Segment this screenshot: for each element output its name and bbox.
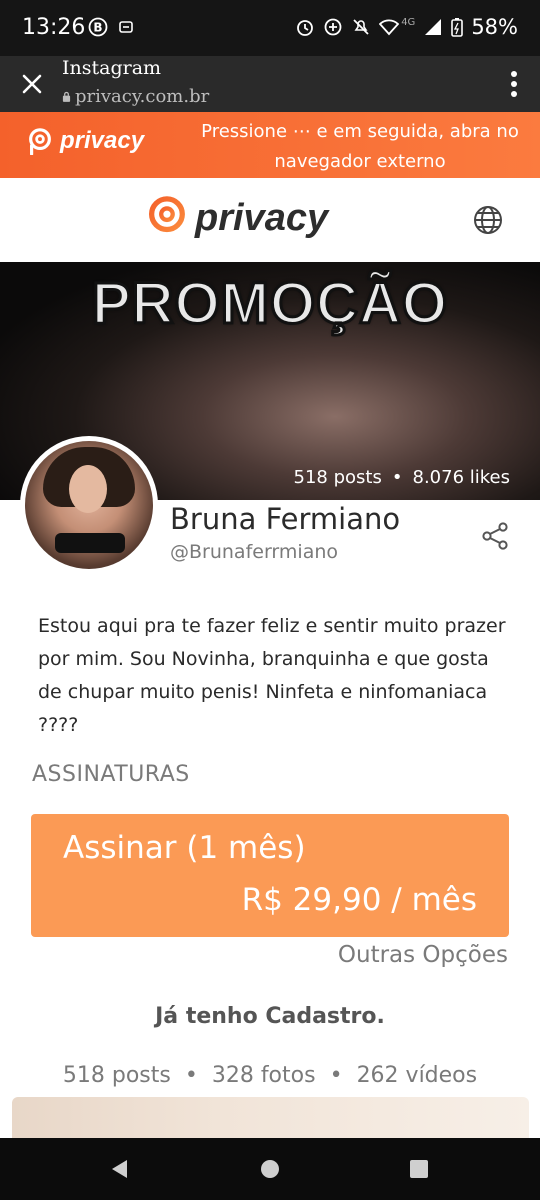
profile-avatar[interactable]: [20, 436, 158, 574]
system-nav-bar: [0, 1138, 540, 1200]
svg-text:B: B: [93, 21, 102, 35]
lock-icon: [62, 91, 71, 102]
profile-handle: @Brunaferrmiano: [170, 541, 339, 563]
subscribe-plan-price: R$ 29,90 / mês: [241, 882, 477, 918]
mute-icon: [353, 19, 369, 35]
profile-bio: Estou aqui pra te fazer feliz e sentir m…: [38, 615, 506, 736]
site-header: privacy: [0, 178, 540, 262]
privacy-logo-icon: [29, 128, 51, 155]
status-time: 13:26: [22, 15, 86, 40]
browser-url-text: privacy.com.br: [75, 86, 210, 107]
other-options-link[interactable]: Outras Opções: [338, 942, 508, 968]
posts-count[interactable]: 518 posts: [63, 1063, 171, 1088]
cover-stats: 518 posts • 8.076 likes: [294, 467, 510, 488]
privacy-logo-icon: [148, 196, 185, 241]
home-icon[interactable]: [258, 1157, 282, 1181]
status-bar: 13:26 B 4G 58%: [0, 0, 540, 56]
globe-icon[interactable]: [472, 204, 504, 236]
post-preview-image[interactable]: [12, 1097, 529, 1139]
network-label: 4G: [401, 16, 416, 28]
site-logo[interactable]: privacy: [143, 195, 328, 241]
browser-url[interactable]: privacy.com.br: [62, 86, 209, 107]
subscribe-button[interactable]: Assinar (1 mês) R$ 29,90 / mês: [31, 814, 509, 937]
login-link[interactable]: Já tenho Cadastro.: [0, 1004, 540, 1029]
subscribe-plan-label: Assinar (1 mês): [63, 830, 306, 866]
cover-promo-text: PROMOÇÃO: [91, 270, 449, 338]
avatar-top-shape: [55, 533, 125, 553]
dnd-icon: [119, 21, 133, 33]
open-external-banner: privacy Pressione ⋯ e em seguida, abra n…: [0, 112, 540, 178]
separator-dot: •: [329, 1063, 343, 1088]
more-vert-icon[interactable]: [510, 70, 518, 98]
close-icon[interactable]: [18, 70, 46, 98]
share-icon[interactable]: [480, 521, 510, 551]
avatar-photo: [25, 441, 153, 569]
subscriptions-heading: ASSINATURAS: [32, 762, 190, 787]
avatar-face-shape: [69, 465, 107, 513]
data-saver-icon: [324, 18, 342, 36]
banner-message: Pressione ⋯ e em seguida, abra no navega…: [201, 121, 519, 172]
wifi-icon: [379, 19, 400, 36]
site-logo-text: privacy: [195, 196, 329, 239]
signal-icon: [425, 19, 442, 35]
cover-posts-count: 518 posts: [293, 467, 382, 488]
status-right-cluster: 4G 58%: [295, 15, 518, 39]
banner-logo: privacy: [26, 127, 144, 155]
back-icon[interactable]: [108, 1157, 132, 1181]
alarm-icon: [297, 20, 314, 36]
b-icon: B: [88, 17, 108, 37]
media-counts: 518 posts • 328 fotos • 262 vídeos: [0, 1063, 540, 1088]
in-app-browser-bar: Instagram privacy.com.br: [0, 56, 540, 112]
separator-dot: •: [184, 1063, 198, 1088]
battery-percent: 58%: [471, 15, 518, 39]
cover-likes-count: 8.076 likes: [412, 467, 511, 488]
profile-name: Bruna Fermiano: [170, 502, 401, 536]
browser-app-title: Instagram: [62, 57, 162, 79]
separator-dot: •: [391, 467, 403, 488]
photos-count[interactable]: 328 fotos: [212, 1063, 316, 1088]
banner-logo-text: privacy: [60, 127, 145, 154]
recents-icon[interactable]: [407, 1157, 431, 1181]
videos-count[interactable]: 262 vídeos: [357, 1063, 478, 1088]
battery-icon: [451, 18, 464, 37]
